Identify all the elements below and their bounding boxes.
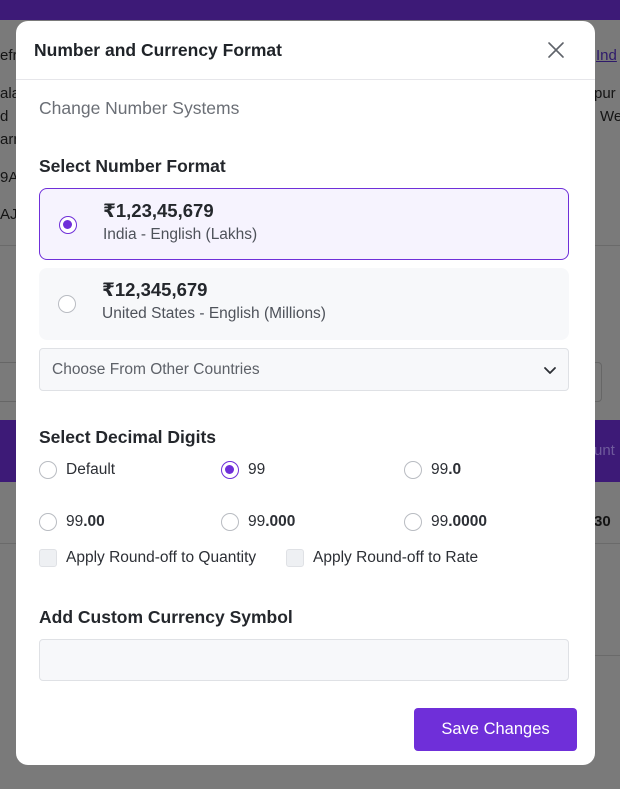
round-off-rate-checkbox[interactable] [286,549,304,567]
background-divider [595,655,620,656]
background-text: pur [594,85,616,102]
custom-currency-symbol-input[interactable] [39,639,569,681]
background-link: Ind [596,47,617,64]
format-locale: United States - English (Millions) [102,305,326,322]
format-option-india[interactable]: ₹1,23,45,679 India - English (Lakhs) [39,188,569,260]
radio-india-lakhs[interactable] [59,216,77,234]
background-text: AJ [0,206,18,223]
decimal-option-label: 99.00 [66,513,105,530]
close-button[interactable] [546,40,566,60]
number-currency-format-dialog: Number and Currency Format Change Number… [16,21,595,765]
number-format-heading: Select Number Format [39,156,226,176]
decimal-option-label: 99.0 [431,461,462,478]
decimal-option-label: 99.0000 [431,513,488,530]
save-changes-button[interactable]: Save Changes [414,708,577,751]
format-option-us[interactable]: ₹12,345,679 United States - English (Mil… [39,268,569,340]
decimal-option-label: Default [66,461,116,478]
background-top-bar [0,0,620,20]
radio-us-millions[interactable] [58,295,76,313]
decimal-digits-heading: Select Decimal Digits [39,427,217,447]
round-off-rate-label: Apply Round-off to Rate [313,549,479,566]
radio-decimal-99-0000[interactable] [404,513,422,531]
decimal-option-label: 99 [248,461,266,478]
background-text: We [600,108,620,125]
decimal-option-label: 99.000 [248,513,296,530]
background-text: 30 [594,513,611,530]
format-amount: ₹1,23,45,679 [103,200,214,221]
dialog-subtitle: Change Number Systems [39,98,240,118]
dialog-title: Number and Currency Format [34,40,282,60]
dialog-header: Number and Currency Format [16,21,595,80]
round-off-quantity-label: Apply Round-off to Quantity [66,549,257,566]
radio-decimal-99-0[interactable] [404,461,422,479]
radio-decimal-99-00[interactable] [39,513,57,531]
round-off-quantity-checkbox[interactable] [39,549,57,567]
background-text: unt [594,442,615,459]
format-locale: India - English (Lakhs) [103,226,258,243]
custom-symbol-heading: Add Custom Currency Symbol [39,607,293,627]
other-countries-select[interactable]: Choose From Other Countries [39,348,569,391]
background-text: d [0,108,9,125]
radio-decimal-99-000[interactable] [221,513,239,531]
radio-decimal-default[interactable] [39,461,57,479]
format-amount: ₹12,345,679 [102,279,208,300]
close-icon [548,42,564,58]
radio-decimal-99[interactable] [221,461,239,479]
other-countries-label: Choose From Other Countries [52,361,260,378]
chevron-down-icon [544,367,556,374]
